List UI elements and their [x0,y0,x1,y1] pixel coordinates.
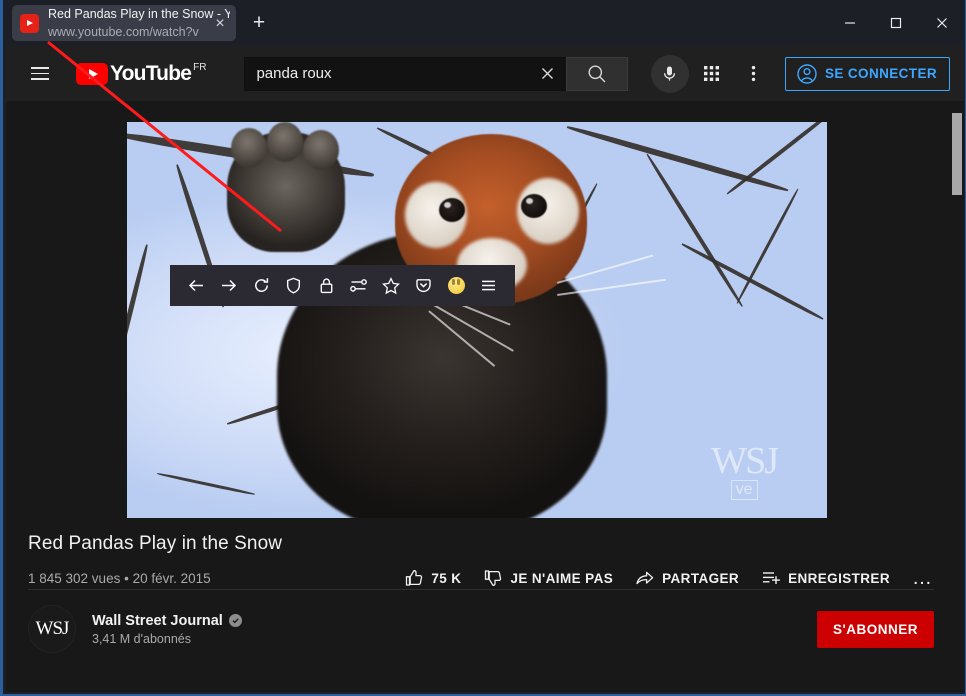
pocket-icon[interactable] [411,273,436,298]
search-area [244,57,628,91]
search-box[interactable] [244,57,566,91]
share-label: PARTAGER [662,571,739,586]
app-menu-icon[interactable] [476,273,501,298]
youtube-logo[interactable]: YouTube FR [76,61,206,86]
page-content: WSJ ve [6,101,964,692]
red-panda-paw [227,132,345,252]
page-title: Red Pandas Play in the Snow [28,533,934,555]
more-actions-button[interactable]: … [912,573,934,583]
verified-badge-icon [229,614,242,627]
subscribe-button[interactable]: S'ABONNER [817,611,934,648]
thumb-down-icon [483,568,503,588]
thumb-up-icon [404,568,424,588]
views-text: 1 845 302 vues [28,571,120,586]
scrollbar-thumb[interactable] [952,113,962,195]
video-stats-row: 1 845 302 vues • 20 févr. 2015 75 K [28,568,934,588]
dislike-button[interactable]: JE N'AIME PAS [483,568,613,588]
separator-dot: • [124,571,129,586]
youtube-header: YouTube FR [6,46,964,101]
avatar[interactable]: WSJ [28,605,76,653]
publish-date: 20 févr. 2015 [133,571,211,586]
youtube-favicon [20,14,39,33]
search-icon [586,63,608,85]
channel-row: WSJ Wall Street Journal 3,41 M d'abonnés… [28,605,934,653]
close-icon[interactable] [919,0,965,46]
shield-icon[interactable] [281,273,306,298]
dislike-label: JE N'AIME PAS [510,571,613,586]
apps-grid-icon[interactable] [693,55,731,93]
search-button[interactable] [566,57,628,91]
forward-icon[interactable] [216,273,241,298]
save-label: ENREGISTRER [788,571,890,586]
share-button[interactable]: PARTAGER [635,568,739,588]
microphone-icon[interactable] [651,55,689,93]
channel-name-row[interactable]: Wall Street Journal [92,613,242,629]
section-divider [28,589,934,590]
back-icon[interactable] [184,273,209,298]
search-input[interactable] [256,65,534,82]
playlist-add-icon [761,568,781,588]
subscriber-count: 3,41 M d'abonnés [92,632,242,646]
lock-icon[interactable] [314,273,339,298]
account-circle-icon [796,63,818,85]
header-right-actions: SE CONNECTER [651,46,950,101]
clear-icon[interactable] [534,61,560,87]
tab-strip: Red Pandas Play in the Snow - Y www.yout… [3,0,965,46]
youtube-play-icon [76,63,108,85]
video-view-count: 1 845 302 vues • 20 févr. 2015 [28,571,211,586]
video-actions: 75 K JE N'AIME PAS [404,568,934,588]
tab-url: www.youtube.com/watch?v [48,25,199,39]
like-button[interactable]: 75 K [404,568,461,588]
floating-browser-toolbar [170,265,515,306]
channel-info: Wall Street Journal 3,41 M d'abonnés [92,613,242,646]
tab-title: Red Pandas Play in the Snow - Y [48,7,230,21]
browser-tab[interactable]: Red Pandas Play in the Snow - Y www.yout… [12,5,236,41]
account-avatar-icon[interactable] [444,273,469,298]
youtube-logo-text: YouTube [110,62,191,86]
permissions-icon[interactable] [346,273,371,298]
like-count: 75 K [431,571,461,586]
more-vertical-icon[interactable] [735,55,773,93]
youtube-page: YouTube FR [6,46,964,692]
video-meta: Red Pandas Play in the Snow 1 845 302 vu… [28,533,934,588]
hamburger-menu-icon[interactable] [20,54,60,94]
sign-in-button[interactable]: SE CONNECTER [785,57,950,91]
new-tab-button[interactable]: + [248,12,270,34]
channel-name: Wall Street Journal [92,613,223,629]
reload-icon[interactable] [249,273,274,298]
video-player[interactable]: WSJ ve [127,122,827,518]
share-arrow-icon [635,568,655,588]
save-button[interactable]: ENREGISTRER [761,568,890,588]
window-controls [827,0,965,46]
close-icon[interactable]: × [212,17,228,33]
minimize-icon[interactable] [827,0,873,46]
page-scrollbar[interactable] [950,101,964,692]
youtube-country-code: FR [193,62,206,73]
browser-window: Red Pandas Play in the Snow - Y www.yout… [0,0,966,696]
star-icon[interactable] [379,273,404,298]
sign-in-label: SE CONNECTER [825,66,937,81]
maximize-icon[interactable] [873,0,919,46]
